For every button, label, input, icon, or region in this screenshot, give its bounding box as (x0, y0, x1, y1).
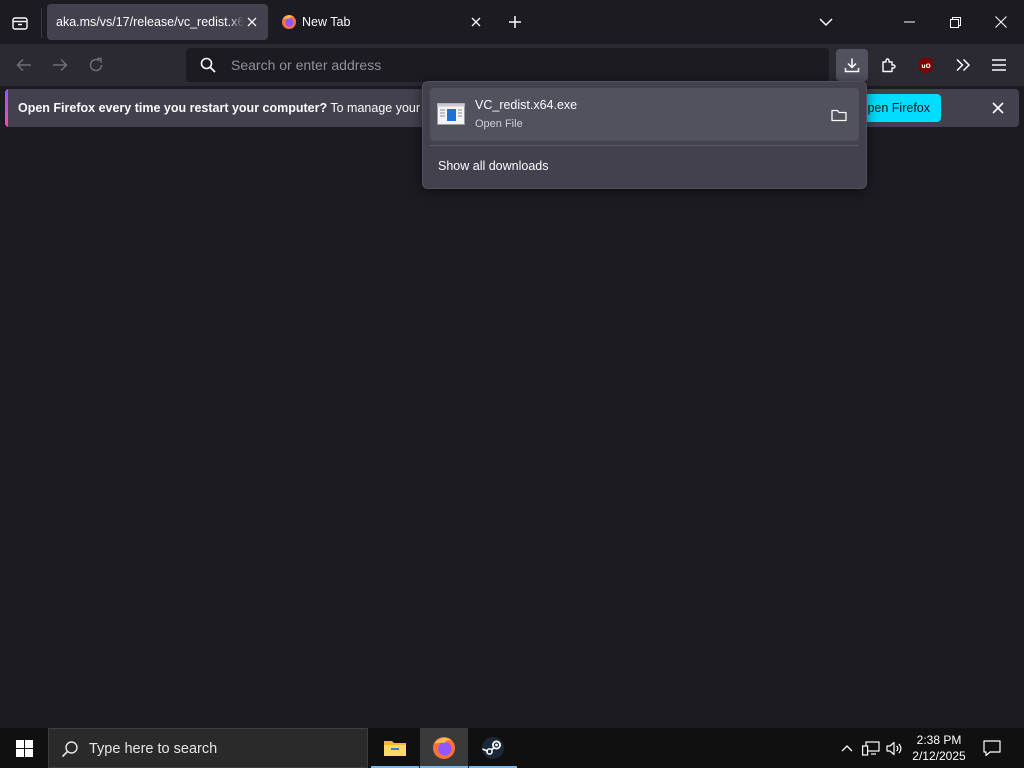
close-window-button[interactable] (978, 0, 1024, 44)
taskbar-file-explorer[interactable] (371, 728, 419, 768)
show-hidden-icons-button[interactable] (838, 728, 856, 768)
more-tools-button[interactable] (947, 49, 979, 81)
reload-button[interactable] (80, 49, 112, 81)
windows-logo-icon (15, 739, 33, 757)
notification-bold-text: Open Firefox every time you restart your… (18, 101, 328, 115)
clock-time: 2:38 PM (916, 733, 962, 747)
firefox-icon (432, 736, 456, 760)
forward-button[interactable] (44, 49, 76, 81)
minimize-button[interactable] (886, 0, 932, 44)
downloads-panel: VC_redist.x64.exe Open File Show all dow… (422, 81, 867, 189)
reload-icon (88, 57, 104, 73)
close-tab-button[interactable] (244, 14, 260, 30)
tab-strip-separator (41, 8, 42, 38)
new-tab-button[interactable] (503, 10, 527, 34)
back-arrow-icon (16, 58, 32, 72)
back-button[interactable] (8, 49, 40, 81)
taskbar-steam[interactable] (469, 728, 517, 768)
close-icon (995, 16, 1007, 28)
tab-title: New Tab (302, 15, 351, 29)
extensions-icon (880, 57, 896, 73)
network-icon (862, 740, 880, 756)
address-input[interactable] (231, 48, 811, 82)
download-item[interactable]: VC_redist.x64.exe Open File (430, 88, 859, 141)
search-icon (61, 740, 79, 758)
folder-icon (831, 108, 847, 122)
panel-divider (430, 145, 859, 146)
network-button[interactable] (860, 728, 882, 768)
tab-new-tab[interactable]: New Tab (276, 4, 492, 40)
hamburger-menu-icon (992, 59, 1006, 71)
show-all-downloads-button[interactable]: Show all downloads (438, 159, 549, 173)
list-all-tabs-dropdown[interactable] (814, 10, 838, 34)
close-icon (992, 102, 1004, 114)
download-status: Open File (475, 118, 523, 130)
navigation-toolbar: uO (0, 44, 1024, 86)
taskbar: Type here to search 2:38 PM 2/12/2025 (0, 728, 1024, 768)
tab-strip: aka.ms/vs/17/release/vc_redist.x64.exe N… (0, 0, 1024, 44)
minimize-icon (903, 21, 915, 23)
notification-accent (5, 89, 8, 127)
list-all-tabs-icon (11, 15, 29, 31)
volume-icon (886, 741, 904, 756)
taskbar-search-box[interactable]: Type here to search (48, 728, 368, 768)
action-center-button[interactable] (976, 728, 1008, 768)
overflow-chevron-icon (955, 58, 971, 72)
notification-close-button[interactable] (990, 100, 1006, 116)
taskbar-search-placeholder: Type here to search (89, 741, 218, 757)
tab-title: aka.ms/vs/17/release/vc_redist.x64.exe (56, 15, 244, 29)
list-all-tabs-button[interactable] (7, 10, 33, 36)
file-explorer-icon (383, 738, 407, 758)
restore-icon (949, 16, 961, 28)
plus-icon (508, 15, 522, 29)
volume-button[interactable] (884, 728, 906, 768)
chevron-down-icon (819, 17, 833, 27)
start-button[interactable] (0, 728, 48, 768)
file-icon (437, 103, 465, 125)
chevron-up-icon (841, 744, 853, 752)
svg-text:uO: uO (921, 63, 930, 70)
download-file-name: VC_redist.x64.exe (475, 98, 578, 112)
ublock-origin-icon: uO (918, 57, 934, 74)
ublock-origin-button[interactable]: uO (910, 49, 942, 81)
search-icon (200, 57, 216, 73)
address-bar[interactable] (186, 48, 829, 82)
extensions-button[interactable] (872, 49, 904, 81)
app-menu-button[interactable] (983, 49, 1015, 81)
notification-icon (983, 740, 1001, 756)
download-icon (844, 57, 860, 73)
downloads-button[interactable] (836, 49, 868, 81)
restore-button[interactable] (932, 0, 978, 44)
taskbar-firefox[interactable] (420, 728, 468, 768)
firefox-icon (281, 14, 297, 30)
show-in-folder-button[interactable] (828, 104, 850, 126)
close-icon (471, 17, 481, 27)
tab-download[interactable]: aka.ms/vs/17/release/vc_redist.x64.exe (47, 4, 268, 40)
close-tab-button[interactable] (468, 14, 484, 30)
steam-icon (481, 736, 505, 760)
taskbar-clock[interactable]: 2:38 PM 2/12/2025 (905, 732, 973, 764)
forward-arrow-icon (52, 58, 68, 72)
close-icon (247, 17, 257, 27)
clock-date: 2/12/2025 (912, 749, 966, 763)
